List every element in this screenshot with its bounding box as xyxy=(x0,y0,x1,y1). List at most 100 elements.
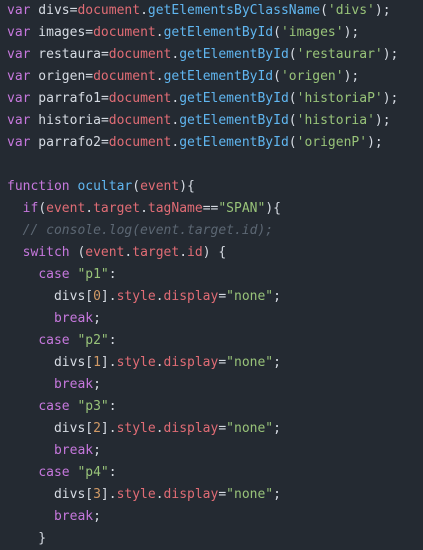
code-token: parrafo1 xyxy=(30,91,101,106)
code-token: parrafo2 xyxy=(30,135,101,150)
code-token: document xyxy=(93,25,156,40)
code-token: divs[ xyxy=(7,421,94,436)
code-token: = xyxy=(85,69,94,84)
code-token: 1 xyxy=(93,355,101,370)
code-token: ]. xyxy=(100,421,117,436)
code-token: 'images' xyxy=(280,25,344,40)
code-token: target xyxy=(132,245,180,260)
code-token: = xyxy=(100,91,109,106)
code-token: target xyxy=(93,201,141,216)
code-token: id xyxy=(187,245,203,260)
code-token: ( xyxy=(288,47,297,62)
code-token: display xyxy=(163,289,219,304)
code-token: display xyxy=(163,487,219,502)
code-line[interactable]: case "p4": xyxy=(7,462,423,484)
code-token: = xyxy=(218,421,227,436)
code-line[interactable]: var historia=document.getElementById('hi… xyxy=(7,110,423,132)
code-token: display xyxy=(163,421,219,436)
code-token: case xyxy=(38,399,70,414)
code-token: "none" xyxy=(226,487,274,502)
code-token: ){ xyxy=(265,201,281,216)
code-token: "p2" xyxy=(77,333,109,348)
code-token: "none" xyxy=(226,421,274,436)
code-token: ; xyxy=(273,355,281,370)
code-token: ; xyxy=(93,311,101,326)
code-token: event xyxy=(85,245,125,260)
code-line[interactable]: break; xyxy=(7,506,423,528)
code-token: ); xyxy=(382,47,399,62)
code-line[interactable]: var divs=document.getElementsByClassName… xyxy=(7,0,423,22)
code-line[interactable]: case "p1": xyxy=(7,264,423,286)
code-line[interactable]: switch (event.target.id) { xyxy=(7,242,423,264)
code-token: display xyxy=(163,355,219,370)
code-line[interactable]: var origen=document.getElementById('orig… xyxy=(7,66,423,88)
code-token: document xyxy=(108,113,172,128)
code-token: ); xyxy=(343,69,360,84)
code-token: historia xyxy=(30,113,101,128)
code-line[interactable]: case "p3": xyxy=(7,396,423,418)
code-token: getElementById xyxy=(179,47,289,62)
code-line[interactable]: divs[0].style.display="none"; xyxy=(7,286,423,308)
code-token: = xyxy=(85,25,94,40)
code-token: ( xyxy=(288,91,297,106)
code-token: getElementById xyxy=(163,69,274,84)
code-token: event xyxy=(46,201,86,216)
code-line[interactable]: divs[1].style.display="none"; xyxy=(7,352,423,374)
code-token: . xyxy=(140,201,148,216)
code-token: ( xyxy=(288,135,297,150)
code-token: getElementById xyxy=(179,135,289,150)
code-line[interactable]: divs[2].style.display="none"; xyxy=(7,418,423,440)
code-line[interactable]: var images=document.getElementById('imag… xyxy=(7,22,423,44)
code-token: "p4" xyxy=(77,465,109,480)
code-token: ; xyxy=(93,377,101,392)
code-token: . xyxy=(155,355,164,370)
code-line[interactable]: if(event.target.tagName=="SPAN"){ xyxy=(7,198,423,220)
code-token: 2 xyxy=(93,421,101,436)
code-token: style xyxy=(116,421,156,436)
code-token: document xyxy=(108,47,172,62)
code-line[interactable]: var parrafo2=document.getElementById('or… xyxy=(7,132,423,154)
code-token: 'divs' xyxy=(327,3,375,18)
code-token: . xyxy=(140,3,148,18)
code-token: ( xyxy=(320,3,328,18)
code-token: = xyxy=(218,289,227,304)
code-token: function xyxy=(7,179,70,194)
code-token: var xyxy=(7,3,31,18)
code-line[interactable]: break; xyxy=(7,440,423,462)
code-token: var xyxy=(7,91,31,106)
code-token: restaura xyxy=(30,47,101,62)
code-token: . xyxy=(155,487,164,502)
code-line[interactable]: divs[3].style.display="none"; xyxy=(7,484,423,506)
code-line[interactable]: var parrafo1=document.getElementById('hi… xyxy=(7,88,423,110)
code-token: 0 xyxy=(93,289,101,304)
code-token: style xyxy=(116,289,156,304)
code-token: divs[ xyxy=(7,487,94,502)
code-token: break xyxy=(53,377,94,392)
code-token: divs[ xyxy=(7,355,94,370)
code-line[interactable]: break; xyxy=(7,374,423,396)
code-token: document xyxy=(77,3,141,18)
code-line[interactable]: var restaura=document.getElementById('re… xyxy=(7,44,423,66)
code-line[interactable]: break; xyxy=(7,308,423,330)
code-editor[interactable]: var divs=document.getElementsByClassName… xyxy=(0,0,423,547)
code-token: ( xyxy=(38,201,47,216)
code-token: switch xyxy=(22,245,70,260)
code-token: tagName xyxy=(147,201,203,216)
code-token: : xyxy=(108,333,117,348)
code-token: 'historiaP' xyxy=(296,91,383,106)
code-token: document xyxy=(108,91,172,106)
code-token: = xyxy=(100,113,109,128)
code-token: divs xyxy=(30,3,70,18)
code-line[interactable]: // console.log(event.target.id); xyxy=(7,220,423,242)
code-token: ); xyxy=(367,135,383,150)
code-token: ); xyxy=(343,25,360,40)
code-line[interactable]: function ocultar(event){ xyxy=(7,176,423,198)
code-line[interactable] xyxy=(7,154,423,176)
code-token: ( xyxy=(273,69,281,84)
code-line[interactable]: case "p2": xyxy=(7,330,423,352)
code-token: = xyxy=(218,355,227,370)
code-token: ]. xyxy=(100,487,117,502)
